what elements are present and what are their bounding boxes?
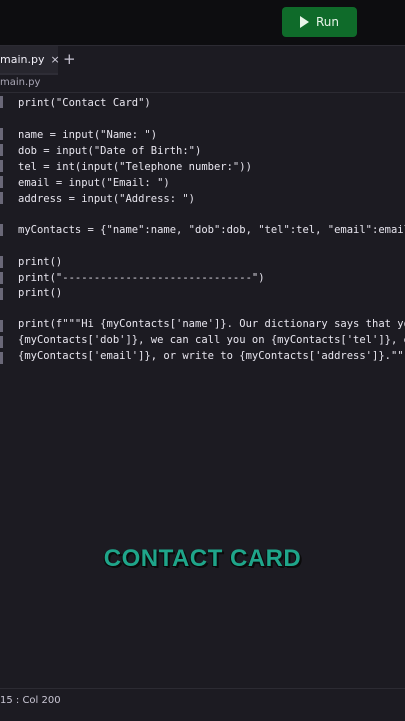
- top-toolbar: Run: [0, 0, 405, 45]
- code-editor[interactable]: print("Contact Card") name = input("Name…: [0, 93, 405, 688]
- code-line: email = input("Email: "): [18, 177, 170, 189]
- tab-label: main.py: [0, 53, 45, 66]
- gutter-marker: [0, 144, 3, 156]
- code-line: {myContacts['email']}, or write to {myCo…: [18, 350, 405, 362]
- code-line: name = input("Name: "): [18, 129, 158, 141]
- code-line: print(): [18, 287, 63, 299]
- code-line: address = input("Address: "): [18, 193, 196, 205]
- tab-main-py[interactable]: main.py ×: [0, 46, 60, 75]
- gutter-marker: [0, 224, 3, 236]
- gutter-marker: [0, 96, 3, 108]
- run-button[interactable]: Run: [282, 7, 357, 37]
- gutter-marker: [0, 256, 3, 268]
- gutter-marker: [0, 272, 3, 284]
- code-line: print(): [18, 256, 63, 268]
- breadcrumb: main.py: [0, 74, 405, 93]
- run-label: Run: [315, 15, 339, 29]
- tab-bar: main.py × +: [0, 45, 405, 75]
- add-tab-button[interactable]: +: [63, 50, 76, 68]
- cursor-position: 15 : Col 200: [0, 695, 61, 706]
- video-caption: CONTACT CARD: [103, 545, 302, 572]
- gutter-marker: [0, 160, 3, 172]
- gutter-marker: [0, 192, 3, 204]
- status-bar: 15 : Col 200: [0, 688, 405, 721]
- code-line: myContacts = {"name":name, "dob":dob, "t…: [18, 224, 405, 236]
- code-line: {myContacts['dob']}, we can call you on …: [18, 334, 405, 346]
- code-line: print("Contact Card"): [18, 97, 151, 109]
- gutter-marker: [0, 128, 3, 140]
- gutter-marker: [0, 288, 3, 300]
- gutter-marker: [0, 352, 3, 364]
- play-icon: [299, 16, 309, 28]
- code-line: tel = int(input("Telephone number:")): [18, 161, 252, 173]
- code-line: print("------------------------------"): [18, 272, 265, 284]
- code-line: print(f"""Hi {myContacts['name']}. Our d…: [18, 318, 405, 330]
- code-line: dob = input("Date of Birth:"): [18, 145, 202, 157]
- close-icon[interactable]: ×: [50, 53, 59, 66]
- gutter-marker: [0, 176, 3, 188]
- gutter-marker: [0, 336, 3, 348]
- gutter-marker: [0, 320, 3, 332]
